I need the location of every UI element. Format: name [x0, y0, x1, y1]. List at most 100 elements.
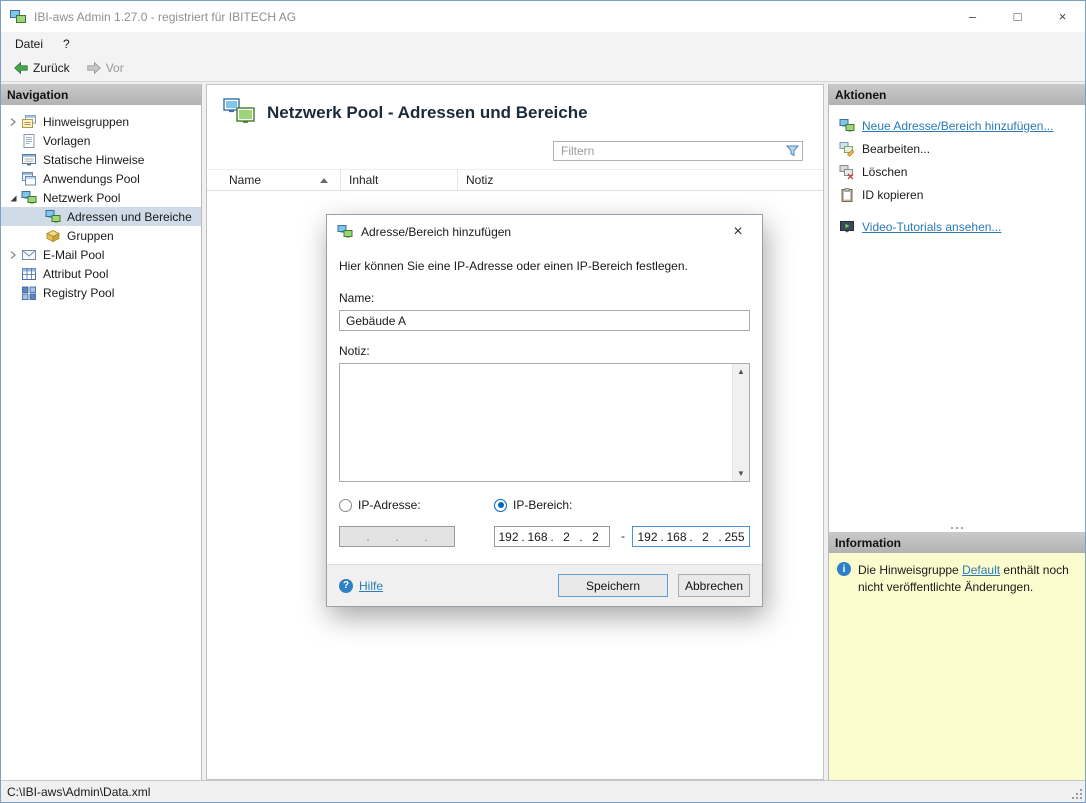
column-header-name[interactable]: Name [207, 170, 341, 190]
sidebar-item-gruppen[interactable]: Gruppen [1, 226, 201, 245]
action-label: ID kopieren [862, 188, 924, 202]
ip-range-end-input[interactable]: 192. 168. 2. 255 [632, 526, 750, 547]
back-arrow-icon [13, 60, 29, 76]
sidebar-item-adressen-und-bereiche[interactable]: Adressen und Bereiche [1, 207, 201, 226]
action-video-tutorials[interactable]: Video-Tutorials ansehen... [837, 218, 1077, 236]
notiz-field: ▲ ▼ [339, 363, 750, 482]
dialog-network-icon [337, 224, 353, 240]
ip-inputs-row: ... 192. 168. 2. 2 - 192. 168. 2. 255 [339, 526, 750, 548]
sidebar-item-attribut-pool[interactable]: Attribut Pool [1, 264, 201, 283]
close-button[interactable]: × [1040, 1, 1085, 32]
ip-octet[interactable]: 192 [636, 530, 660, 544]
ip-octet[interactable]: 168 [526, 530, 550, 544]
action-copy-id[interactable]: ID kopieren [837, 186, 1077, 204]
action-edit[interactable]: Bearbeiten... [837, 140, 1077, 158]
ip-address-label: IP-Adresse: [358, 498, 421, 512]
forward-button[interactable]: Vor [80, 58, 130, 78]
action-delete[interactable]: Löschen [837, 163, 1077, 181]
chevron-right-icon[interactable] [5, 114, 21, 130]
navigation-header: Navigation [1, 84, 201, 105]
scroll-down-icon[interactable]: ▼ [737, 466, 745, 481]
sidebar-item-vorlagen[interactable]: Vorlagen [1, 131, 201, 150]
filter-input[interactable] [554, 144, 782, 158]
information-header: Information [829, 532, 1085, 553]
ip-address-input[interactable]: ... [339, 526, 455, 547]
dialog-close-icon[interactable]: × [724, 219, 752, 245]
maximize-button[interactable]: □ [995, 1, 1040, 32]
scroll-up-icon[interactable]: ▲ [737, 364, 745, 379]
forward-arrow-icon [86, 60, 102, 76]
ip-separator: . [395, 529, 399, 544]
sidebar-item-netzwerk-pool[interactable]: Netzwerk Pool [1, 188, 201, 207]
network-pool-title-icon [223, 98, 255, 127]
anwendungs-pool-icon [21, 171, 37, 187]
menu-datei[interactable]: Datei [5, 34, 53, 54]
sidebar-item-anwendungs-pool[interactable]: Anwendungs Pool [1, 169, 201, 188]
dialog-header: Adresse/Bereich hinzufügen × [327, 215, 762, 249]
main-header: Netzwerk Pool - Adressen und Bereiche [207, 85, 823, 137]
ip-octet[interactable]: 168 [665, 530, 689, 544]
help-label: Hilfe [359, 578, 384, 593]
dialog-description: Hier können Sie eine IP-Adresse oder ein… [339, 259, 688, 273]
name-input[interactable] [339, 310, 750, 331]
sidebar-item-label: E-Mail Pool [43, 247, 105, 262]
menu-help[interactable]: ? [53, 34, 80, 54]
column-label: Inhalt [349, 173, 379, 187]
ip-octet[interactable]: 2 [584, 530, 608, 544]
save-button[interactable]: Speichern [558, 574, 668, 597]
hinweisgruppen-icon [21, 114, 37, 130]
add-network-icon [839, 118, 855, 134]
action-label: Video-Tutorials ansehen... [862, 220, 1002, 234]
action-add-address[interactable]: Neue Adresse/Bereich hinzufügen... [837, 117, 1077, 135]
sidebar-item-email-pool[interactable]: E-Mail Pool [1, 245, 201, 264]
chevron-down-icon[interactable] [5, 190, 21, 206]
notiz-textarea[interactable] [340, 364, 732, 481]
add-address-dialog: Adresse/Bereich hinzufügen × Hier können… [326, 214, 763, 607]
action-label: Löschen [862, 165, 908, 179]
action-label: Bearbeiten... [862, 142, 931, 156]
delete-icon [839, 164, 855, 180]
page-title: Netzwerk Pool - Adressen und Bereiche [267, 102, 588, 122]
forward-label: Vor [105, 61, 124, 75]
ip-octet[interactable]: 192 [497, 530, 521, 544]
ip-octet[interactable]: 2 [694, 530, 718, 544]
ip-address-radio[interactable] [339, 498, 352, 512]
help-link[interactable]: ? Hilfe [339, 578, 548, 593]
sidebar-item-registry-pool[interactable]: Registry Pool [1, 283, 201, 302]
column-header-notiz[interactable]: Notiz [458, 170, 823, 190]
ip-range-radio[interactable] [494, 498, 507, 512]
sort-ascending-icon [320, 178, 328, 183]
notiz-scrollbar[interactable]: ▲ ▼ [732, 364, 749, 481]
ip-range-start-input[interactable]: 192. 168. 2. 2 [494, 526, 610, 547]
attribut-pool-icon [21, 266, 37, 282]
sidebar-item-label: Adressen und Bereiche [67, 209, 192, 224]
ip-octet[interactable]: 2 [555, 530, 579, 544]
sidebar-item-label: Vorlagen [43, 133, 91, 148]
cancel-button[interactable]: Abbrechen [678, 574, 750, 597]
menubar: Datei ? [1, 32, 1085, 55]
ip-mode-radio-row: IP-Adresse: IP-Bereich: [339, 498, 750, 516]
range-separator: - [621, 529, 625, 543]
ip-address-radio-group[interactable]: IP-Adresse: [339, 498, 421, 512]
table-header: Name Inhalt Notiz [207, 170, 823, 191]
ip-range-radio-group[interactable]: IP-Bereich: [494, 498, 572, 512]
sidebar-item-statische-hinweise[interactable]: Statische Hinweise [1, 150, 201, 169]
panel-splitter[interactable] [829, 524, 1085, 532]
ip-octet[interactable]: 255 [723, 530, 747, 544]
sidebar-item-hinweisgruppen[interactable]: Hinweisgruppen [1, 112, 201, 131]
default-group-link[interactable]: Default [962, 563, 1000, 577]
sidebar-item-label: Statische Hinweise [43, 152, 145, 167]
chevron-right-icon[interactable] [5, 247, 21, 263]
back-button[interactable]: Zurück [7, 58, 76, 78]
minimize-button[interactable]: – [950, 1, 995, 32]
navigation-panel: Navigation Hinweisgruppen Vorlagen Stati… [1, 84, 202, 780]
column-header-inhalt[interactable]: Inhalt [341, 170, 458, 190]
sidebar-item-label: Registry Pool [43, 285, 115, 300]
resize-grip-icon[interactable] [1071, 788, 1083, 800]
filter-funnel-icon[interactable] [782, 145, 802, 157]
adressen-icon [45, 209, 61, 225]
information-box: i Die Hinweisgruppe Default enthält noch… [829, 553, 1085, 780]
